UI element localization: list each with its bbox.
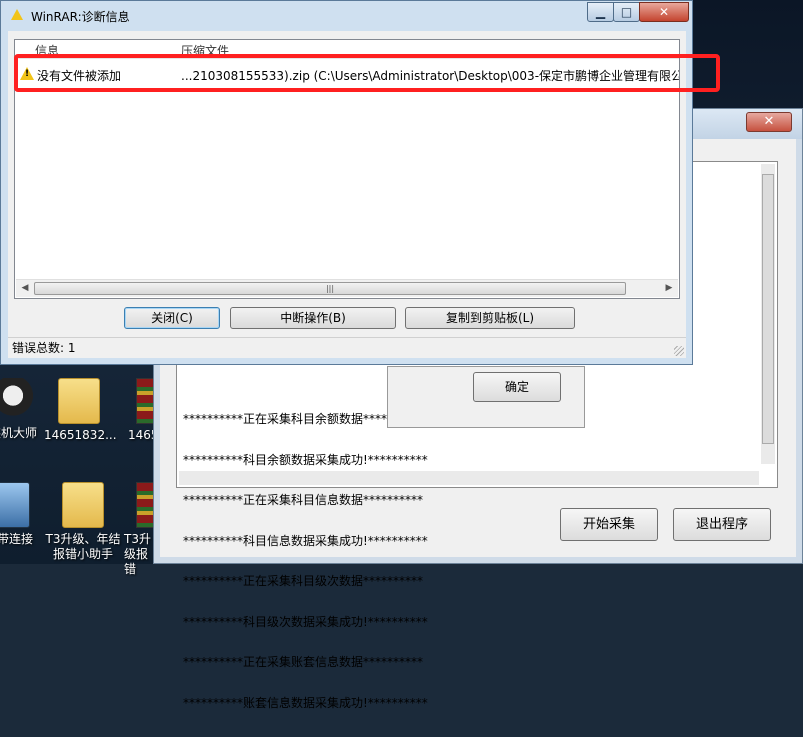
warning-icon bbox=[11, 9, 23, 20]
red-highlight-box bbox=[14, 54, 720, 92]
log-line: **********科目余额数据采集成功!********** bbox=[183, 452, 428, 467]
minimize-button[interactable]: ▁ bbox=[587, 2, 614, 22]
bird-app-icon bbox=[0, 378, 33, 422]
desktop-icon-t3-helper[interactable]: T3升级、年结报错小助手 bbox=[44, 482, 122, 562]
folder-icon bbox=[62, 482, 104, 528]
dialog-title: WinRAR:诊断信息 bbox=[31, 10, 130, 24]
log-line: **********科目信息数据采集成功!********** bbox=[183, 533, 428, 548]
log-line: **********正在采集账套信息数据********** bbox=[183, 655, 424, 669]
log-scroll-thumb[interactable] bbox=[762, 174, 774, 444]
close-window-button[interactable]: ✕ bbox=[639, 2, 689, 22]
close-button[interactable]: 关闭(C) bbox=[124, 307, 220, 329]
folder-icon bbox=[58, 378, 100, 424]
log-lines: **********正在采集科目余额数据********** *********… bbox=[183, 386, 428, 737]
message-box: 确定 bbox=[387, 366, 585, 428]
abort-operation-button[interactable]: 中断操作(B) bbox=[230, 307, 396, 329]
desktop-icon-label: T3升级、年结报错小助手 bbox=[45, 532, 121, 561]
log-vertical-scrollbar[interactable] bbox=[761, 164, 775, 464]
scroll-right-icon[interactable]: ▶ bbox=[662, 282, 676, 295]
collector-close-button[interactable]: ✕ bbox=[746, 112, 792, 132]
exit-program-button[interactable]: 退出程序 bbox=[673, 508, 771, 541]
log-line: **********科目级次数据采集成功!********** bbox=[183, 614, 428, 629]
desktop-icon-broadband[interactable]: 宽带连接 bbox=[0, 482, 44, 547]
desktop-icon-folder-1465[interactable]: 14651832... bbox=[44, 378, 117, 443]
log-horizontal-scrollbar[interactable] bbox=[179, 471, 759, 485]
log-line: **********正在采集科目信息数据********** bbox=[183, 493, 424, 507]
scroll-thumb[interactable]: ||| bbox=[34, 282, 626, 295]
resize-grip-icon[interactable] bbox=[674, 346, 684, 356]
message-ok-button[interactable]: 确定 bbox=[473, 372, 561, 402]
desktop-icon-label: T3升级报错 bbox=[124, 532, 151, 576]
desktop-icon-zhuangji[interactable]: 装机大师 bbox=[0, 378, 48, 441]
desktop-icon-label: 宽带连接 bbox=[0, 532, 33, 546]
scroll-left-icon[interactable]: ◀ bbox=[18, 282, 32, 295]
log-line: **********账套信息数据采集成功!********** bbox=[183, 695, 428, 710]
maximize-button[interactable]: □ bbox=[613, 2, 640, 22]
status-bar: 错误总数: 1 bbox=[8, 337, 686, 358]
log-line: **********正在采集科目级次数据********** bbox=[183, 574, 424, 588]
copy-to-clipboard-button[interactable]: 复制到剪贴板(L) bbox=[405, 307, 575, 329]
error-count: 错误总数: 1 bbox=[12, 341, 76, 355]
list-horizontal-scrollbar[interactable]: ◀ ||| ▶ bbox=[16, 279, 678, 297]
desktop-icon-label: 装机大师 bbox=[0, 426, 37, 440]
start-collect-button[interactable]: 开始采集 bbox=[560, 508, 658, 541]
network-computer-icon bbox=[0, 482, 30, 528]
desktop-icon-label: 14651832... bbox=[44, 428, 117, 442]
